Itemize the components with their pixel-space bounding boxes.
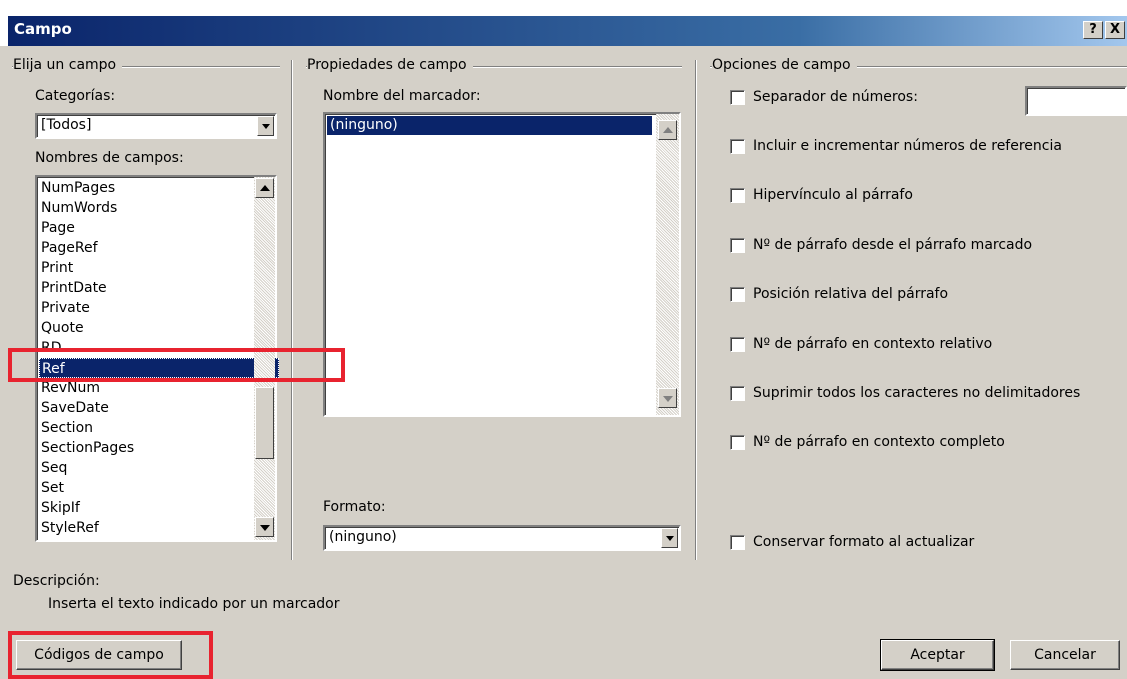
checkbox[interactable] bbox=[730, 287, 745, 302]
arrow-down-icon bbox=[663, 396, 673, 402]
list-item[interactable]: Quote bbox=[39, 318, 279, 338]
bookmark-name-label: Nombre del marcador: bbox=[323, 88, 481, 104]
list-item[interactable]: Page bbox=[39, 218, 279, 238]
option-label: Conservar formato al actualizar bbox=[753, 534, 975, 550]
categories-value: [Todos] bbox=[41, 117, 92, 133]
list-item[interactable]: SkipIf bbox=[39, 498, 279, 518]
scroll-up-button[interactable] bbox=[658, 120, 677, 140]
list-item[interactable]: SaveDate bbox=[39, 398, 279, 418]
list-item[interactable]: Set bbox=[39, 478, 279, 498]
bookmark-list[interactable]: (ninguno) bbox=[323, 112, 681, 417]
scroll-down-button[interactable] bbox=[255, 517, 274, 537]
description-label: Descripción: bbox=[13, 573, 100, 589]
format-label: Formato: bbox=[323, 499, 386, 515]
option-label: Posición relativa del párrafo bbox=[753, 286, 949, 302]
arrow-down-icon bbox=[260, 525, 270, 531]
categories-dropdown[interactable]: [Todos] bbox=[35, 113, 277, 139]
checkbox[interactable] bbox=[730, 188, 745, 203]
option-label: Hipervínculo al párrafo bbox=[753, 187, 913, 203]
option-label: Nº de párrafo en contexto relativo bbox=[753, 336, 993, 352]
separator-left bbox=[291, 60, 293, 560]
checkbox[interactable] bbox=[730, 90, 745, 105]
cancel-button[interactable]: Cancelar bbox=[1010, 640, 1120, 670]
list-item[interactable]: StyleRef bbox=[39, 518, 279, 538]
bookmark-scrollbar[interactable] bbox=[656, 114, 679, 415]
title-bar[interactable]: Campo ? X bbox=[8, 16, 1127, 46]
chevron-down-icon bbox=[262, 124, 270, 129]
description-text: Inserta el texto indicado por un marcado… bbox=[48, 596, 340, 612]
option-label: Separador de números: bbox=[753, 89, 918, 105]
highlight-box-field-codes bbox=[8, 631, 213, 679]
checkbox[interactable] bbox=[730, 238, 745, 253]
bookmark-item-selected[interactable]: (ninguno) bbox=[327, 116, 652, 135]
option-label: Nº de párrafo en contexto completo bbox=[753, 434, 1005, 450]
help-button[interactable]: ? bbox=[1083, 21, 1103, 39]
list-item[interactable]: Private bbox=[39, 298, 279, 318]
list-item[interactable]: Print bbox=[39, 258, 279, 278]
field-names-label: Nombres de campos: bbox=[35, 150, 184, 166]
list-item[interactable]: NumPages bbox=[39, 178, 279, 198]
field-dialog: Campo ? X Elija un campo Categorías: [To… bbox=[0, 0, 1127, 679]
list-item[interactable]: PageRef bbox=[39, 238, 279, 258]
scroll-up-button[interactable] bbox=[255, 178, 274, 198]
checkbox[interactable] bbox=[730, 139, 745, 154]
list-item[interactable]: NumWords bbox=[39, 198, 279, 218]
list-item[interactable]: Seq bbox=[39, 458, 279, 478]
categories-dropdown-button[interactable] bbox=[257, 116, 274, 136]
format-value: (ninguno) bbox=[329, 529, 397, 545]
arrow-up-icon bbox=[260, 185, 270, 191]
checkbox[interactable] bbox=[730, 337, 745, 352]
scroll-down-button[interactable] bbox=[658, 388, 677, 408]
chevron-down-icon bbox=[666, 536, 674, 541]
checkbox[interactable] bbox=[730, 386, 745, 401]
option-label: Suprimir todos los caracteres no delimit… bbox=[753, 385, 1081, 401]
list-item[interactable]: PrintDate bbox=[39, 278, 279, 298]
group-label-field-options: Opciones de campo bbox=[712, 57, 857, 73]
categories-label: Categorías: bbox=[35, 88, 116, 104]
dialog-title: Campo bbox=[14, 20, 72, 38]
format-dropdown-button[interactable] bbox=[661, 528, 678, 548]
number-separator-input[interactable] bbox=[1025, 86, 1127, 116]
highlight-box-ref bbox=[8, 348, 345, 382]
checkbox[interactable] bbox=[730, 435, 745, 450]
group-label-choose-field: Elija un campo bbox=[13, 57, 123, 73]
arrow-up-icon bbox=[663, 127, 673, 133]
format-dropdown[interactable]: (ninguno) bbox=[323, 525, 681, 551]
close-button[interactable]: X bbox=[1105, 21, 1125, 39]
list-item[interactable]: Section bbox=[39, 418, 279, 438]
group-label-field-properties: Propiedades de campo bbox=[307, 57, 473, 73]
ok-button[interactable]: Aceptar bbox=[880, 639, 995, 671]
option-label: Incluir e incrementar números de referen… bbox=[753, 138, 1062, 154]
checkbox[interactable] bbox=[730, 535, 745, 550]
separator-right bbox=[695, 60, 697, 560]
list-item[interactable]: SectionPages bbox=[39, 438, 279, 458]
option-label: Nº de párrafo desde el párrafo marcado bbox=[753, 237, 1033, 253]
scroll-thumb[interactable] bbox=[255, 387, 274, 459]
title-bar-area: Campo ? X bbox=[0, 0, 1127, 46]
